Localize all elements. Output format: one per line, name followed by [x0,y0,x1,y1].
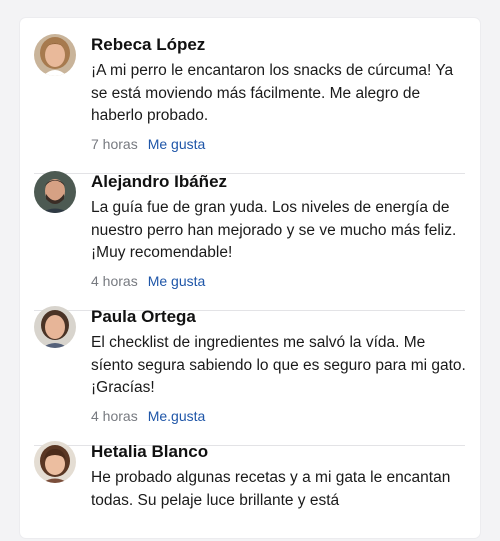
comment-item: Hetalia Blanco He probado algunas receta… [34,441,465,541]
comment-author[interactable]: Rebeca López [91,34,469,56]
comment-meta: 4 horas Me gusta [91,272,469,290]
comment-text: He probado algunas recetas y a mi gata l… [91,469,451,509]
avatar[interactable] [34,34,76,76]
avatar[interactable] [34,306,76,348]
comment-item: Alejandro Ibáñez La guía fue de gran yud… [34,171,465,311]
comment-author[interactable]: Alejandro Ibáñez [91,171,469,193]
like-button[interactable]: Me gusta [148,136,206,152]
comment-timestamp: 4 horas [91,407,138,424]
comment-text: ¡A mi perro le encantaron los snacks de … [91,62,454,124]
comment-meta: 4 horas Me.gusta [91,407,469,425]
avatar[interactable] [34,441,76,483]
avatar-man-beard-icon [34,171,76,213]
comment-timestamp: 4 horas [91,272,138,289]
like-button[interactable]: Me.gusta [148,408,206,424]
comment-author[interactable]: Paula Ortega [91,306,469,328]
avatar-woman-blonde-icon [34,34,76,76]
comment-item: Paula Ortega El checklist de ingrediente… [34,306,466,446]
comment-author[interactable]: Hetalia Blanco [91,441,469,463]
comment-item: Rebeca López ¡A mi perro le encantaron l… [34,34,465,174]
comment-timestamp: 7 horas [91,135,138,152]
avatar[interactable] [34,171,76,213]
comment-text: La guía fue de gran yuda. Los niveles de… [91,199,457,261]
comments-card: Rebeca López ¡A mi perro le encantaron l… [20,18,480,538]
comment-text: El checklist de ingredientes me salvó la… [91,334,466,396]
comment-meta: 7 horas Me gusta [91,135,469,153]
avatar-woman-dark-hair-icon [34,306,76,348]
avatar-woman-bangs-icon [34,441,76,483]
like-button[interactable]: Me gusta [148,273,206,289]
